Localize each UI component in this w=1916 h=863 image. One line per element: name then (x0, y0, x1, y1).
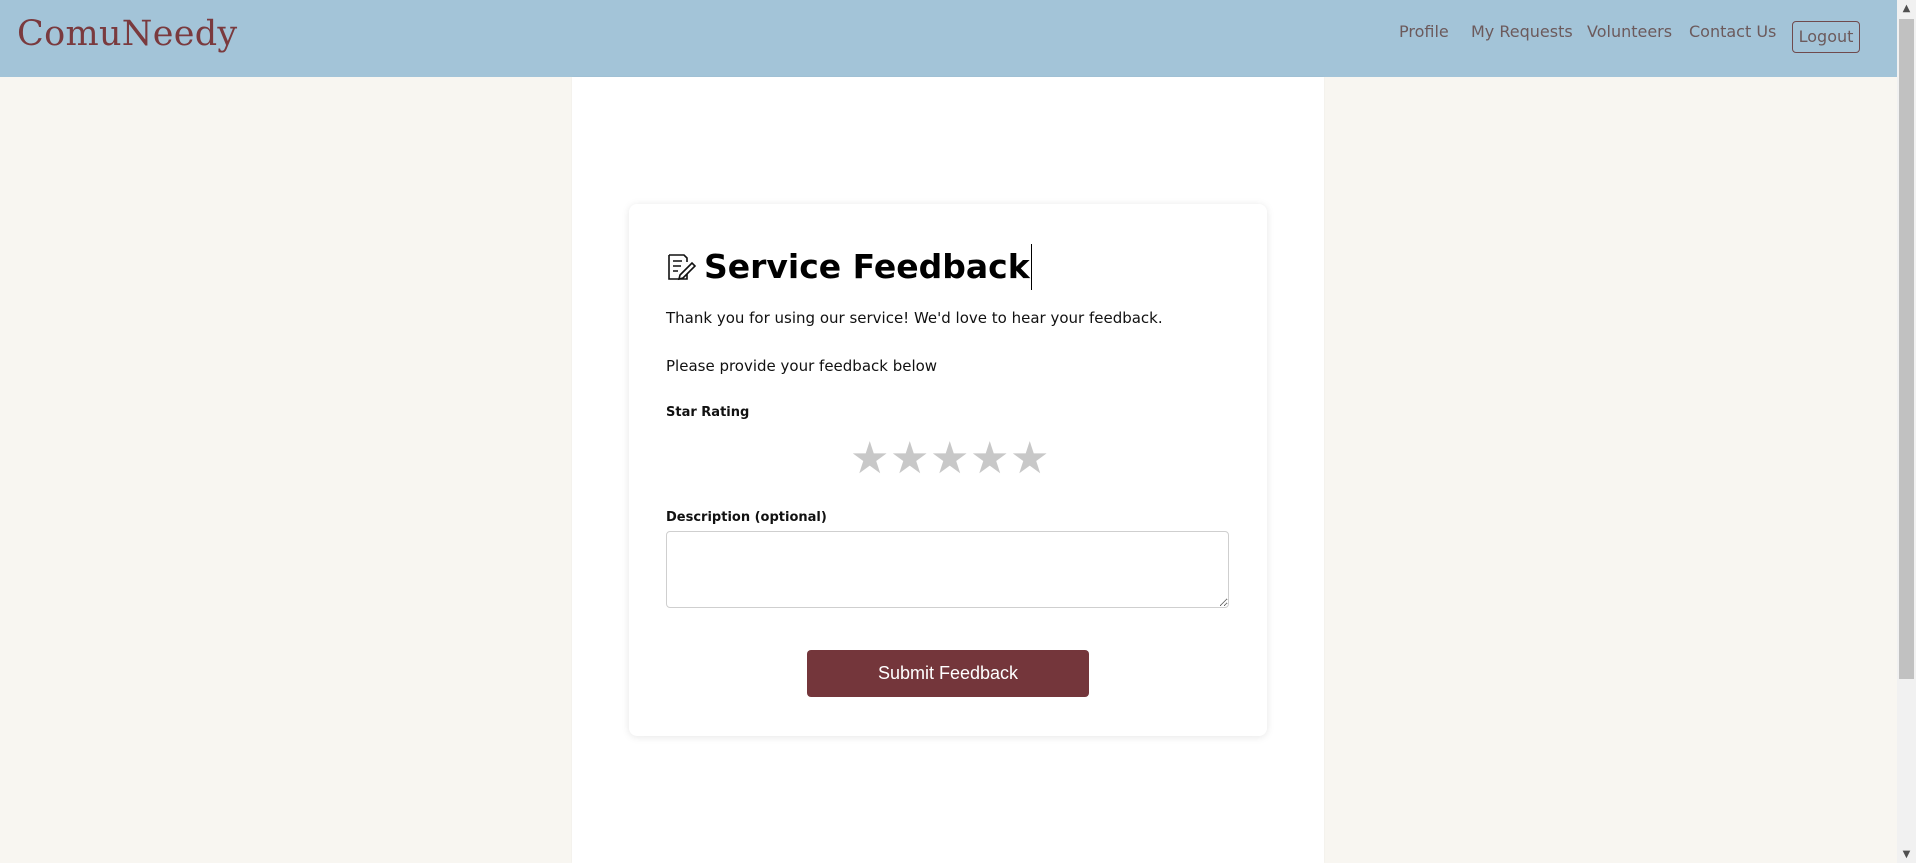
submit-feedback-button[interactable]: Submit Feedback (807, 650, 1089, 697)
text-cursor (1030, 244, 1032, 290)
brand-logo[interactable]: ComuNeedy (17, 14, 238, 54)
nav-link-volunteers[interactable]: Volunteers (1587, 22, 1672, 41)
nav-link-my-requests[interactable]: My Requests (1471, 22, 1573, 41)
scroll-thumb[interactable] (1899, 19, 1914, 679)
thank-you-text: Thank you for using our service! We'd lo… (666, 309, 1163, 327)
star-icon-3[interactable]: ★ (930, 437, 969, 481)
description-textarea[interactable] (666, 531, 1229, 608)
star-icon-2[interactable]: ★ (890, 437, 929, 481)
logout-button[interactable]: Logout (1792, 21, 1860, 53)
feedback-title: Service Feedback (704, 247, 1030, 286)
page-title: Service Feedback (666, 244, 1032, 290)
description-label: Description (optional) (666, 510, 827, 525)
star-rating-label: Star Rating (666, 405, 750, 420)
edit-note-icon (668, 254, 696, 281)
scroll-down-arrow-icon[interactable]: ▼ (1897, 846, 1916, 863)
top-navbar: ComuNeedy Profile My Requests Volunteers… (0, 0, 1897, 77)
scroll-up-arrow-icon[interactable]: ▲ (1897, 0, 1916, 17)
star-icon-4[interactable]: ★ (970, 437, 1009, 481)
star-icon-1[interactable]: ★ (850, 437, 889, 481)
instruction-text: Please provide your feedback below (666, 357, 938, 375)
star-rating[interactable]: ★ ★ ★ ★ ★ (850, 437, 1049, 481)
feedback-card: Service Feedback Thank you for using our… (629, 204, 1267, 736)
vertical-scrollbar[interactable]: ▲ ▼ (1897, 0, 1916, 863)
nav-link-profile[interactable]: Profile (1399, 22, 1449, 41)
star-icon-5[interactable]: ★ (1010, 437, 1049, 481)
nav-link-contact-us[interactable]: Contact Us (1689, 22, 1776, 41)
